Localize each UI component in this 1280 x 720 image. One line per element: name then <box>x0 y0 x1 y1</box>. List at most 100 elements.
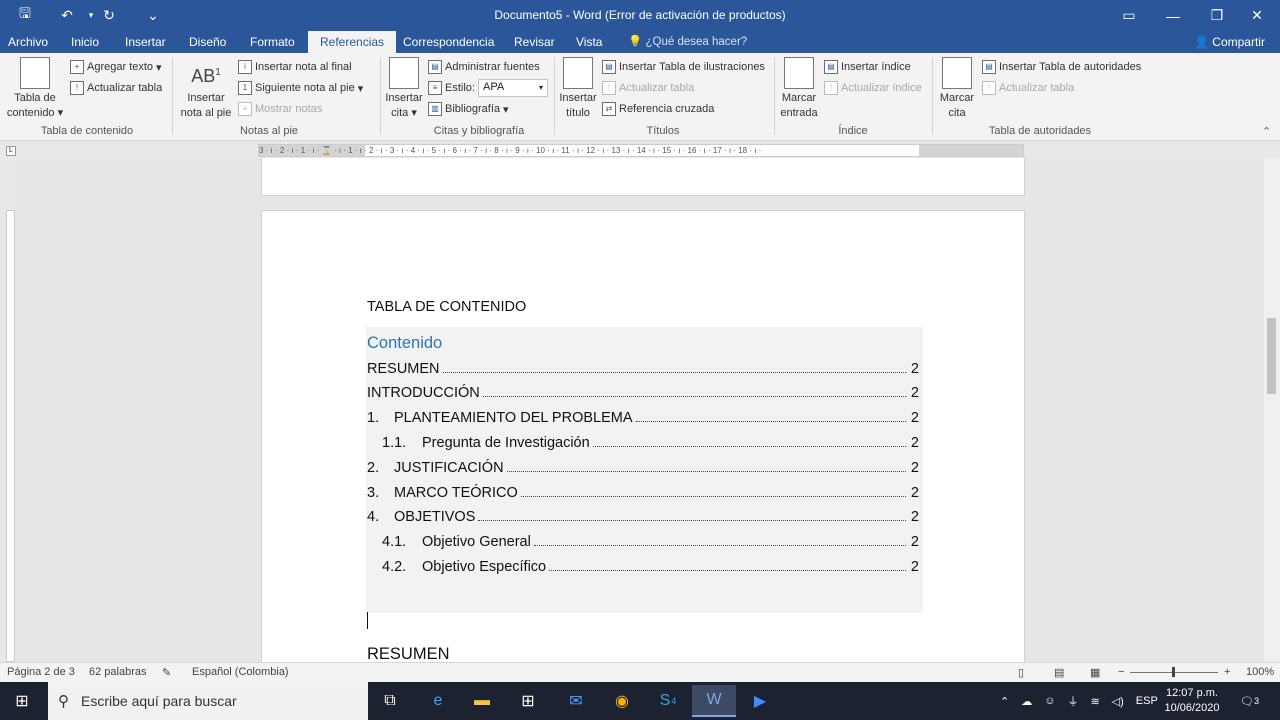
refresh-icon: ! <box>602 81 616 95</box>
tab-correspondencia[interactable]: Correspondencia <box>401 31 496 53</box>
zoom-in-icon[interactable]: + <box>1224 666 1230 678</box>
tab-revisar[interactable]: Revisar <box>512 31 557 53</box>
word-count[interactable]: 62 palabras <box>89 666 147 678</box>
zoom-level[interactable]: 100% <box>1246 666 1274 678</box>
vertical-scrollbar[interactable] <box>1264 158 1280 662</box>
page-2[interactable]: TABLA DE CONTENIDO Contenido RESUMEN 2 IN… <box>261 210 1025 662</box>
tab-diseno[interactable]: Diseño <box>187 31 228 53</box>
next-footnote-button[interactable]: 1 Siguiente nota al pie ▾ <box>238 78 363 98</box>
collapse-ribbon-icon[interactable]: ⌃ <box>1262 125 1271 138</box>
update-toc-button[interactable]: ! Actualizar tabla <box>70 78 162 98</box>
chrome-icon[interactable]: ◉ <box>600 685 644 717</box>
insert-citation-button[interactable]: Insertar cita ▾ <box>382 57 426 121</box>
toc-entry-number: 4.1. <box>382 534 407 550</box>
horizontal-ruler[interactable]: 3 · ı · 2 · ı · 1 · ı · ⌛ · ı · 1 · ı · … <box>258 144 1024 157</box>
vertical-ruler[interactable] <box>6 210 15 662</box>
windows-start-icon[interactable]: ⊞ <box>0 685 44 717</box>
zoom-out-icon[interactable]: − <box>1118 666 1124 678</box>
table-of-contents-button[interactable]: Tabla de contenido ▾ <box>6 57 64 121</box>
update-figures-table-button[interactable]: ! Actualizar tabla <box>602 78 694 98</box>
file-explorer-icon[interactable]: ▬ <box>460 685 504 717</box>
insert-table-authorities-button[interactable]: ▤ Insertar Tabla de autoridades <box>982 57 1141 77</box>
toc-entry[interactable]: 4.2. Objetivo Específico 2 <box>367 555 919 575</box>
chevron-up-icon[interactable]: ⌃ <box>1000 695 1009 708</box>
toc-entry[interactable]: INTRODUCCIÓN 2 <box>367 381 919 401</box>
insert-endnote-button[interactable]: i Insertar nota al final <box>238 57 352 77</box>
toc-entry-page: 2 <box>910 361 919 377</box>
bibliography-button[interactable]: ▥ Bibliografía ▾ <box>428 99 509 119</box>
update-index-button[interactable]: ! Actualizar índice <box>824 78 922 98</box>
share-button[interactable]: 👤 Compartir <box>1194 31 1265 53</box>
show-notes-button[interactable]: ≡ Mostrar notas <box>238 99 322 119</box>
insert-citation-label: Insertar cita <box>385 92 423 119</box>
toc-entry-label: Pregunta de Investigación <box>422 435 590 451</box>
tab-archivo[interactable]: Archivo <box>6 31 50 53</box>
citation-style-select[interactable]: APA ▾ <box>478 79 548 97</box>
add-text-button[interactable]: + Agregar texto ▾ <box>70 57 162 77</box>
clock[interactable]: 12:07 p.m. 10/06/2020 <box>1160 686 1224 716</box>
read-mode-icon[interactable]: ▯ <box>1018 666 1024 679</box>
tab-referencias[interactable]: Referencias <box>308 31 397 53</box>
manage-sources-button[interactable]: ▤ Administrar fuentes <box>428 57 540 77</box>
cross-reference-button[interactable]: ⇄ Referencia cruzada <box>602 99 714 119</box>
mail-icon[interactable]: ✉ <box>554 685 598 717</box>
edge-icon[interactable]: e <box>416 685 460 717</box>
input-language[interactable]: ESP <box>1136 695 1158 707</box>
toc-entry[interactable]: RESUMEN 2 <box>367 357 919 377</box>
tab-inicio[interactable]: Inicio <box>69 31 101 53</box>
toc-entry-label: Objetivo General <box>422 534 531 550</box>
scrollbar-thumb[interactable] <box>1267 318 1276 394</box>
minimize-button[interactable]: — <box>1150 0 1196 31</box>
cloud-icon[interactable]: ☁ <box>1021 695 1032 708</box>
task-view-icon[interactable]: ⧉ <box>368 685 412 717</box>
tab-vista[interactable]: Vista <box>574 31 604 53</box>
zoom-slider-thumb[interactable] <box>1172 667 1175 677</box>
refresh-icon: ! <box>70 81 84 95</box>
toc-entry[interactable]: 3. MARCO TEÓRICO 2 <box>367 481 919 501</box>
section-heading: RESUMEN <box>367 645 450 662</box>
web-layout-icon[interactable]: ▦ <box>1090 666 1100 679</box>
manage-sources-icon: ▤ <box>428 60 442 74</box>
toc-entry[interactable]: 2. JUSTIFICACIÓN 2 <box>367 456 919 476</box>
toc-leader <box>533 545 906 546</box>
print-layout-icon[interactable]: ▤ <box>1054 666 1064 679</box>
bibliography-icon: ▥ <box>428 102 442 116</box>
wifi-icon[interactable]: ≋ <box>1090 695 1099 708</box>
language-status[interactable]: Español (Colombia) <box>192 666 289 678</box>
insert-caption-button[interactable]: Insertar título <box>556 57 600 121</box>
insert-index-button[interactable]: ▤ Insertar índice <box>824 57 911 77</box>
document-canvas[interactable]: TABLA DE CONTENIDO Contenido RESUMEN 2 IN… <box>16 158 1264 662</box>
page-1[interactable] <box>261 158 1025 196</box>
insert-index-label: Insertar índice <box>841 61 911 73</box>
notifications-icon[interactable]: 🗨 3 <box>1240 682 1259 720</box>
toc-entry[interactable]: 1. PLANTEAMIENTO DEL PROBLEMA 2 <box>367 406 919 426</box>
update-authorities-button[interactable]: ! Actualizar tabla <box>982 78 1074 98</box>
word-taskbar-icon[interactable]: W <box>692 685 736 717</box>
ribbon-display-options-icon[interactable]: ▭ <box>1106 0 1152 31</box>
toc-entry[interactable]: 1.1. Pregunta de Investigación 2 <box>367 431 919 451</box>
toc-entry[interactable]: 4. OBJETIVOS 2 <box>367 505 919 525</box>
close-button[interactable]: ✕ <box>1234 0 1280 31</box>
toc-entry-label: OBJETIVOS <box>394 509 476 525</box>
mark-entry-button[interactable]: Marcar entrada <box>776 57 822 121</box>
store-icon[interactable]: ⊞ <box>506 685 550 717</box>
toc-entry-page: 2 <box>910 509 919 525</box>
page-count[interactable]: Página 2 de 3 <box>7 666 75 678</box>
toc-entry[interactable]: 4.1. Objetivo General 2 <box>367 530 919 550</box>
tab-insertar[interactable]: Insertar <box>123 31 168 53</box>
insert-footnote-button[interactable]: AB1 Insertar nota al pie <box>178 57 234 121</box>
proofing-icon[interactable]: ✎ <box>162 666 171 679</box>
tab-formato[interactable]: Formato <box>248 31 297 53</box>
taskbar-search[interactable]: ⚲ Escribe aquí para buscar <box>48 682 368 720</box>
add-text-icon: + <box>70 60 84 74</box>
insert-table-figures-button[interactable]: ▤ Insertar Tabla de ilustraciones <box>602 57 765 77</box>
tell-me-box[interactable]: 💡 ¿Qué desea hacer? <box>628 31 747 53</box>
people-icon[interactable]: ☺ <box>1044 695 1055 707</box>
toc-entry-label: Objetivo Específico <box>422 559 547 575</box>
skype-icon[interactable]: S4 <box>646 685 690 717</box>
zoom-app-icon[interactable]: ▶ <box>738 685 782 717</box>
mark-citation-button[interactable]: Marcar cita <box>934 57 980 121</box>
volume-icon[interactable]: ◁) <box>1112 695 1124 708</box>
usb-icon[interactable]: ⏚ <box>1067 693 1078 709</box>
tab-selector-icon[interactable]: L <box>6 146 16 156</box>
